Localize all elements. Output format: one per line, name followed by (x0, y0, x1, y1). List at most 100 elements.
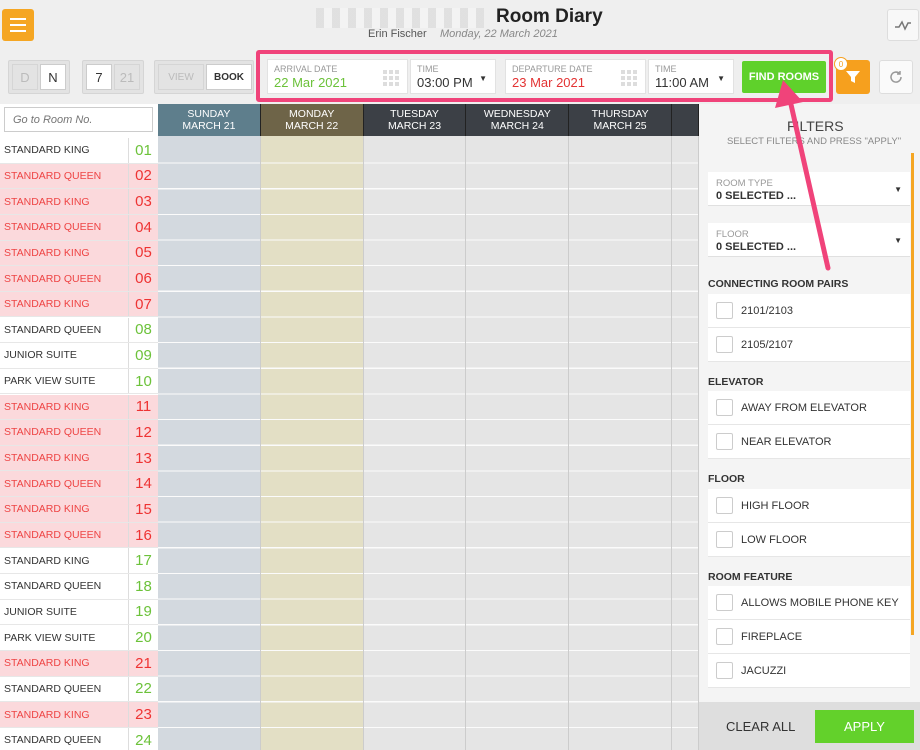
room-row[interactable]: STANDARD QUEEN 04 (0, 214, 158, 241)
checkbox-label: AWAY FROM ELEVATOR (741, 401, 867, 414)
range-7-option[interactable]: 7 (86, 64, 112, 90)
day-name: THURSDAY (591, 108, 649, 120)
filter-checkbox[interactable]: 2101/2103 (708, 294, 910, 328)
checkbox[interactable] (716, 302, 733, 319)
view-mode-option[interactable]: VIEW (158, 64, 204, 90)
blurred-hotel-name (316, 8, 484, 28)
day-option[interactable]: D (12, 64, 38, 90)
room-row[interactable]: STANDARD QUEEN 06 (0, 266, 158, 292)
room-row[interactable]: JUNIOR SUITE 19 (0, 599, 158, 626)
room-row[interactable]: PARK VIEW SUITE 20 (0, 625, 158, 651)
room-row[interactable]: STANDARD QUEEN 08 (0, 317, 158, 344)
room-row[interactable]: STANDARD KING 05 (0, 240, 158, 267)
room-row[interactable]: STANDARD QUEEN 12 (0, 420, 158, 446)
room-row[interactable]: STANDARD KING 15 (0, 497, 158, 523)
day-night-toggle: D N (8, 60, 70, 94)
room-number: 01 (128, 138, 158, 163)
room-row[interactable]: STANDARD KING 13 (0, 445, 158, 472)
day-header: SUNDAY MARCH 21 (158, 104, 261, 136)
room-row[interactable]: JUNIOR SUITE 09 (0, 343, 158, 369)
day-header: THURSDAY MARCH 25 (569, 104, 672, 136)
room-type: STANDARD KING (4, 246, 90, 259)
room-row[interactable]: STANDARD KING 17 (0, 548, 158, 574)
room-type-dropdown[interactable]: ROOM TYPE 0 SELECTED ... ▼ (708, 172, 910, 206)
room-row[interactable]: STANDARD QUEEN 02 (0, 163, 158, 190)
checkbox[interactable] (716, 531, 733, 548)
room-number: 09 (128, 343, 158, 368)
analytics-button[interactable] (887, 9, 919, 41)
day-date: MARCH 21 (182, 120, 236, 132)
filters-title: FILTERS (787, 118, 844, 134)
room-row[interactable]: STANDARD KING 23 (0, 702, 158, 728)
room-number: 05 (128, 240, 158, 266)
room-row[interactable]: STANDARD QUEEN 14 (0, 471, 158, 498)
filter-count-badge: 0 (834, 57, 848, 71)
room-row[interactable]: PARK VIEW SUITE 10 (0, 368, 158, 395)
range-21-option[interactable]: 21 (114, 64, 140, 90)
room-row[interactable]: STANDARD QUEEN 16 (0, 522, 158, 549)
room-row[interactable]: STANDARD KING 01 (0, 138, 158, 164)
day-column[interactable] (569, 136, 672, 750)
filter-icon (846, 71, 860, 83)
day-column[interactable] (158, 136, 261, 750)
room-number: 12 (128, 420, 158, 445)
filter-checkbox[interactable]: ALLOWS MOBILE PHONE KEY (708, 586, 910, 620)
checkbox[interactable] (716, 336, 733, 353)
book-mode-option[interactable]: BOOK (206, 64, 252, 90)
room-row[interactable]: STANDARD QUEEN 24 (0, 727, 158, 750)
room-number: 17 (128, 548, 158, 573)
room-row[interactable]: STANDARD KING 07 (0, 291, 158, 318)
day-column[interactable] (466, 136, 570, 750)
clear-all-button[interactable]: CLEAR ALL (726, 719, 795, 734)
refresh-button[interactable] (879, 60, 913, 94)
day-column[interactable] (260, 136, 364, 750)
floor-dropdown[interactable]: FLOOR 0 SELECTED ... ▼ (708, 223, 910, 257)
filters-scrollbar[interactable] (911, 153, 914, 635)
checkbox[interactable] (716, 662, 733, 679)
night-option[interactable]: N (40, 64, 66, 90)
checkbox-label: NEAR ELEVATOR (741, 435, 832, 448)
checkbox[interactable] (716, 628, 733, 645)
menu-button[interactable] (2, 9, 34, 41)
filter-checkbox[interactable]: JACUZZI (708, 654, 910, 688)
room-number: 16 (128, 522, 158, 548)
apply-button[interactable]: APPLY (815, 710, 914, 743)
go-to-room-input[interactable] (4, 107, 153, 132)
room-number: 21 (128, 651, 158, 676)
room-number: 14 (128, 471, 158, 497)
filter-checkbox[interactable]: AWAY FROM ELEVATOR (708, 391, 910, 425)
chevron-down-icon: ▼ (894, 236, 902, 245)
room-row[interactable]: STANDARD KING 11 (0, 394, 158, 421)
day-header: TUESDAY MARCH 23 (363, 104, 467, 136)
room-type: STANDARD QUEEN (4, 529, 102, 542)
room-number: 24 (128, 727, 158, 750)
day-column[interactable] (672, 136, 699, 750)
checkbox-label: 2105/2107 (741, 338, 793, 351)
checkbox-label: JACUZZI (741, 664, 787, 677)
room-row[interactable]: STANDARD QUEEN 22 (0, 676, 158, 703)
room-row[interactable]: STANDARD KING 03 (0, 189, 158, 215)
day-name: SUNDAY (187, 108, 231, 120)
room-number: 03 (128, 189, 158, 214)
checkbox[interactable] (716, 399, 733, 416)
room-row[interactable]: STANDARD KING 21 (0, 651, 158, 677)
checkbox[interactable] (716, 433, 733, 450)
day-column[interactable] (363, 136, 467, 750)
filter-checkbox[interactable]: FIREPLACE (708, 620, 910, 654)
checkbox[interactable] (716, 497, 733, 514)
filter-checkbox[interactable]: NEAR ELEVATOR (708, 425, 910, 459)
room-number: 19 (128, 599, 158, 625)
room-number: 08 (128, 317, 158, 343)
filter-checkbox[interactable]: LOW FLOOR (708, 523, 910, 557)
floor-section-title: FLOOR (708, 473, 745, 485)
filter-checkbox[interactable]: HIGH FLOOR (708, 489, 910, 523)
room-type: JUNIOR SUITE (4, 605, 77, 618)
room-number: 04 (128, 214, 158, 240)
room-number: 15 (128, 497, 158, 522)
filter-checkbox[interactable]: 2105/2107 (708, 328, 910, 362)
checkbox-label: LOW FLOOR (741, 533, 808, 546)
checkbox[interactable] (716, 594, 733, 611)
user-name: Erin Fischer (368, 28, 427, 40)
room-row[interactable]: STANDARD QUEEN 18 (0, 574, 158, 600)
room-type: STANDARD KING (4, 195, 90, 208)
